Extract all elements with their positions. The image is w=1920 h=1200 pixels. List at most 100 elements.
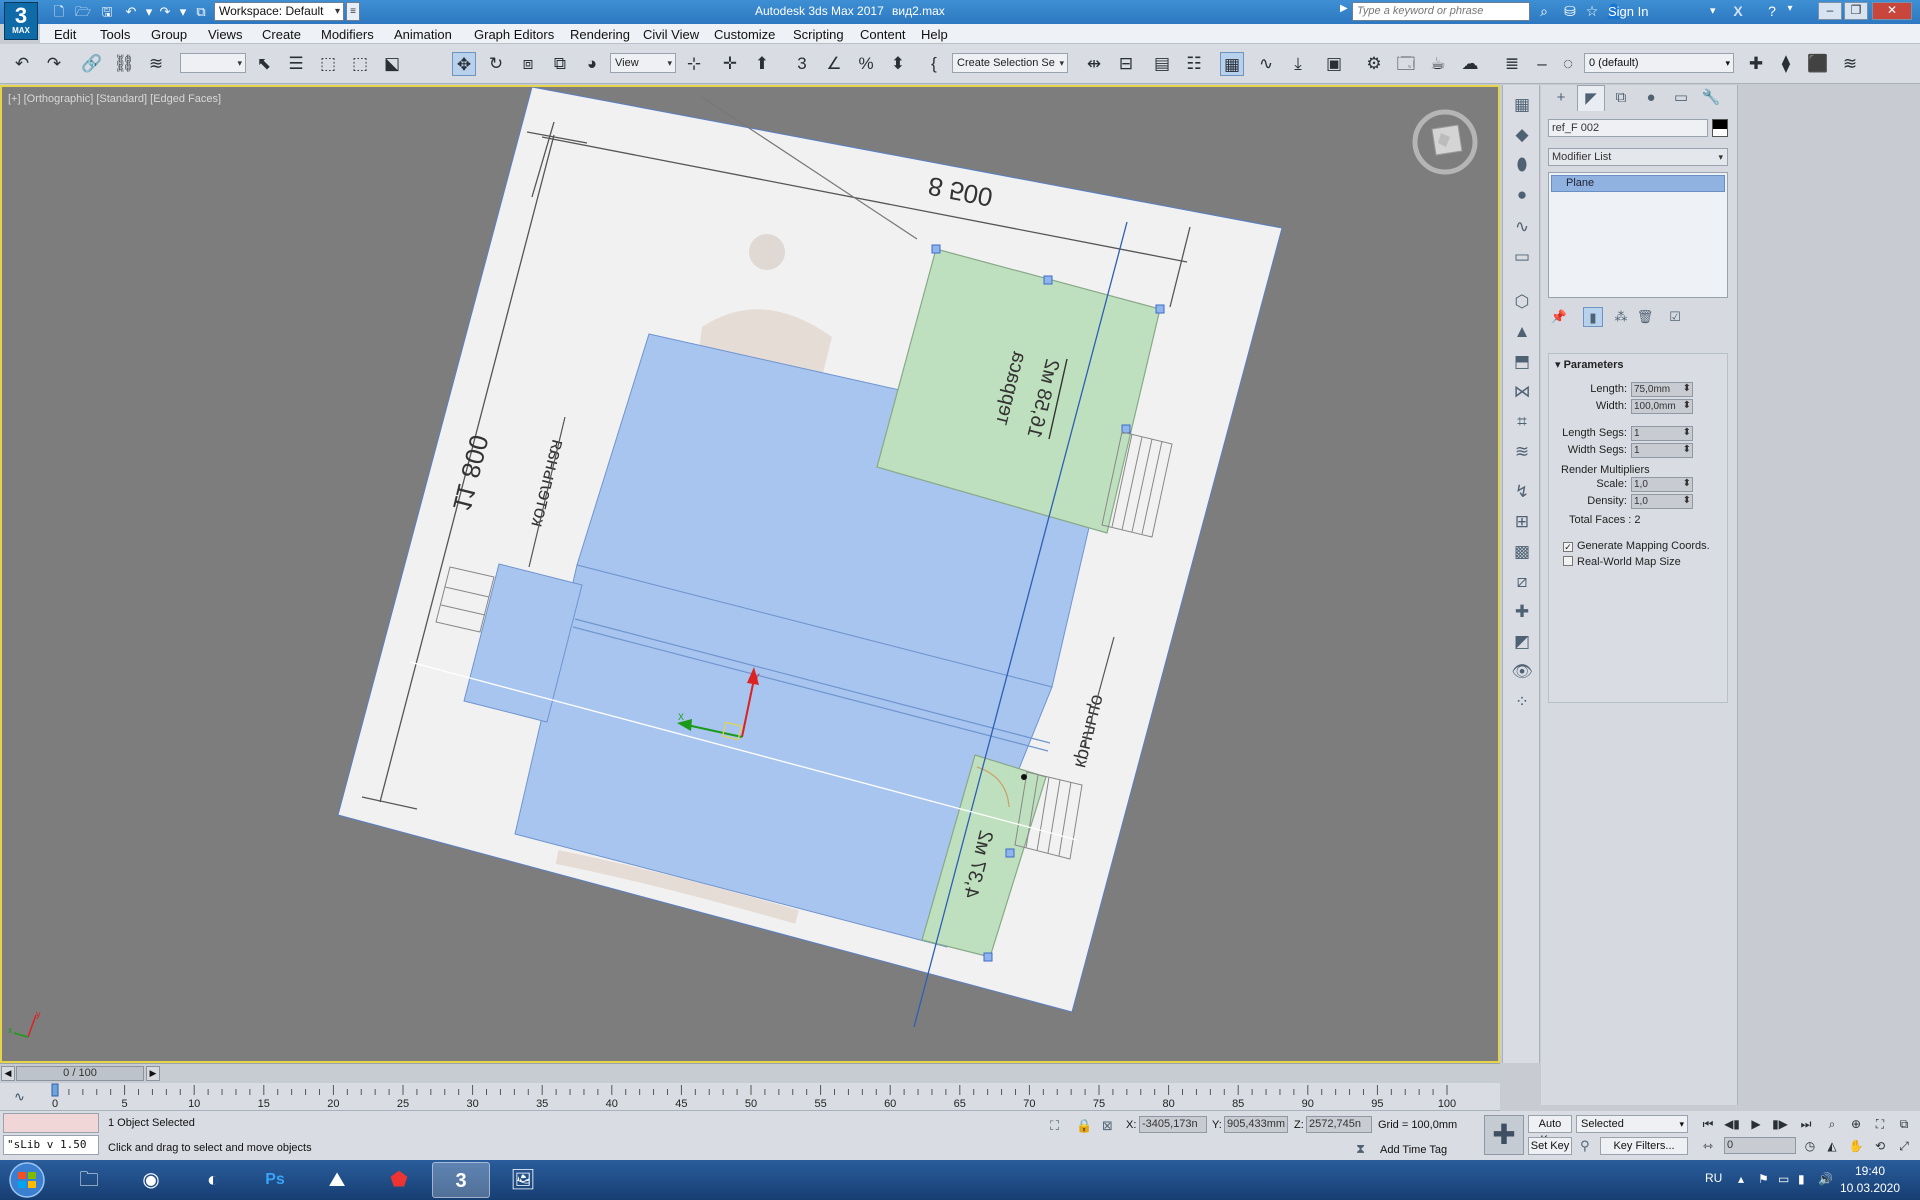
start-button[interactable] [2,1161,52,1199]
menu-civil-view[interactable]: Civil View [643,27,699,42]
add-to-layer-icon[interactable]: ⧫ [1774,52,1798,76]
pin-stack-icon[interactable]: 📌 [1549,307,1569,327]
bind-space-warp-icon[interactable]: ≋ [144,52,168,76]
isolate-selection-icon[interactable]: ⛶ [1050,1118,1059,1134]
tray-volume-icon[interactable]: 🔊 [1818,1172,1833,1186]
zoom-icon[interactable]: ⌕ [1822,1115,1842,1133]
menu-create[interactable]: Create [262,27,301,42]
tray-network-icon[interactable]: ▮ [1798,1172,1805,1186]
pan-view-icon[interactable]: ✋ [1846,1137,1866,1155]
checker-map-icon[interactable]: ⊞ [1510,510,1534,534]
project-folder-icon[interactable]: ⧉ [192,3,210,21]
keyboard-language[interactable]: RU [1705,1171,1722,1185]
show-end-result-icon[interactable]: ▮ [1583,307,1603,327]
time-config-icon[interactable]: ◷ [1800,1137,1820,1155]
real-world-map-box[interactable] [1563,556,1573,566]
window-crossing-icon[interactable]: ⬚ [348,52,372,76]
uvw-map-icon[interactable]: ▩ [1510,540,1534,564]
scene-canvas[interactable]: 8 500 11 800 терраса 16,58 м2 котельная … [2,87,1498,1061]
maximize-viewport-icon[interactable]: ⤢ [1894,1137,1914,1155]
hierarchy-tab[interactable]: ⧉ [1607,85,1635,111]
clock-time[interactable]: 19:40 [1840,1164,1900,1178]
menu-edit[interactable]: Edit [54,27,76,42]
layers-icon[interactable]: ≋ [1510,440,1534,464]
photo-viewer-task-icon[interactable]: 🖼 [494,1162,552,1198]
configure-sets-icon[interactable]: ☑ [1665,307,1685,327]
length-segs-spinner[interactable]: 1 [1631,426,1693,441]
x-coord-field[interactable]: -3405,173n [1139,1116,1207,1133]
edit-named-sets-icon[interactable]: { [922,52,946,76]
select-and-scale-icon[interactable]: ⧈ [516,52,540,76]
viewport-orthographic[interactable]: 8 500 11 800 терраса 16,58 м2 котельная … [0,85,1500,1063]
y-coord-field[interactable]: 905,433mm [1224,1116,1288,1133]
menu-animation[interactable]: Animation [394,27,452,42]
close-button[interactable]: ✕ [1872,2,1912,20]
menu-views[interactable]: Views [208,27,242,42]
select-and-move-icon[interactable]: ✥ [452,52,476,76]
select-by-name-icon[interactable]: ☰ [284,52,308,76]
trackbar-ruler[interactable]: 0 5 10 15 20 25 30 35 40 45 50 55 60 65 70 75 80 85 90 95 10… [0,1083,1500,1111]
layer-explorer-icon[interactable]: ☷ [1182,52,1206,76]
clock-date[interactable]: 10.03.2020 [1835,1181,1905,1195]
add-time-tag-button[interactable]: Add Time Tag [1380,1144,1447,1156]
set-key-button[interactable]: Set Key [1528,1137,1572,1155]
menu-content[interactable]: Content [860,27,906,42]
menu-graph-editors[interactable]: Graph Editors [474,27,554,42]
help-dropdown-icon[interactable]: ▾ [1780,3,1800,14]
key-mode-toggle-icon[interactable]: ⇿ [1698,1137,1718,1155]
make-unique-icon[interactable]: ⁂ [1611,307,1631,327]
rendered-frame-window-icon[interactable]: 🗔 [1394,52,1418,76]
layer-dropdown[interactable]: 0 (default) [1584,53,1734,73]
motion-tab[interactable]: ● [1637,85,1665,111]
key-mode-dropdown[interactable]: Selected [1576,1115,1688,1133]
density-spinner[interactable]: 1,0 [1631,494,1693,509]
reference-coord-dropdown[interactable]: View [610,53,676,73]
acrobat-task-icon[interactable]: ⬟ [370,1162,428,1198]
rectangle-icon[interactable]: ▭ [1510,245,1534,269]
width-spinner[interactable]: 100,0mm [1631,399,1693,414]
time-slider-prev-icon[interactable]: ◀ [1,1066,15,1081]
width-segs-spinner[interactable]: 1 [1631,443,1693,458]
layer-visibility-icon[interactable]: – [1530,52,1554,76]
vertex-handle-2[interactable] [1043,275,1053,285]
select-layer-objects-icon[interactable]: ⬛ [1806,52,1830,76]
grid-icon[interactable]: ▦ [1510,93,1534,117]
select-object-icon[interactable]: ⬉ [252,52,276,76]
real-world-map-checkbox[interactable]: Real-World Map Size [1563,556,1681,568]
pivot-center-icon[interactable]: ⊹ [682,52,706,76]
select-and-link-icon[interactable]: ⬕ [380,52,404,76]
vertex-handle-3[interactable] [1155,304,1165,314]
keyboard-shortcut-icon[interactable]: ⬆ [750,52,774,76]
tray-monitor-icon[interactable]: ▭ [1778,1172,1789,1186]
key-filters-button[interactable]: Key Filters... [1600,1137,1688,1155]
modifier-stack-item[interactable]: Plane [1551,175,1725,192]
viewcube[interactable] [1410,107,1480,177]
plane-icon[interactable]: ⬒ [1510,350,1534,374]
render-production-icon[interactable]: ☕ [1426,52,1450,76]
vertex-handle-6[interactable] [983,952,993,962]
photoshop-task-icon[interactable]: Ps [246,1162,304,1198]
sphere-icon[interactable]: ● [1510,183,1534,207]
particle-icon[interactable]: ⁘ [1510,690,1534,714]
snap-toggle-icon[interactable]: 3 [790,52,814,76]
trackbar-current-frame-marker[interactable] [51,1083,59,1097]
new-file-icon[interactable]: 🗋 [50,3,68,21]
spinner-snap-icon[interactable]: ⬍ [886,52,910,76]
parameters-header[interactable]: ▾ Parameters [1555,358,1624,371]
save-file-icon[interactable]: 🖫 [98,3,116,21]
material-assign-icon[interactable]: ◩ [1510,630,1534,654]
help-icon[interactable]: ? [1762,3,1782,19]
place-object-icon[interactable]: ◕ [580,52,604,76]
absolute-mode-icon[interactable]: ⊠ [1102,1118,1113,1134]
play-icon[interactable]: ▶ [1746,1115,1766,1133]
time-slider[interactable]: ◀ 0 / 100 ▶ [0,1063,1500,1083]
select-and-place-icon[interactable]: ⧉ [548,52,572,76]
selection-lock-icon[interactable]: 🔒 [1076,1118,1092,1134]
search-expand-icon[interactable]: ▶ [1340,3,1348,14]
rect-selection-icon[interactable]: ⬚ [316,52,340,76]
align-icon[interactable]: ⊟ [1114,52,1138,76]
object-name-field[interactable]: ref_F 002 [1548,119,1708,137]
orbit-icon[interactable]: ⟲ [1870,1137,1890,1155]
tray-flag-icon[interactable]: ⚑ [1758,1172,1769,1186]
select-and-rotate-icon[interactable]: ↻ [484,52,508,76]
